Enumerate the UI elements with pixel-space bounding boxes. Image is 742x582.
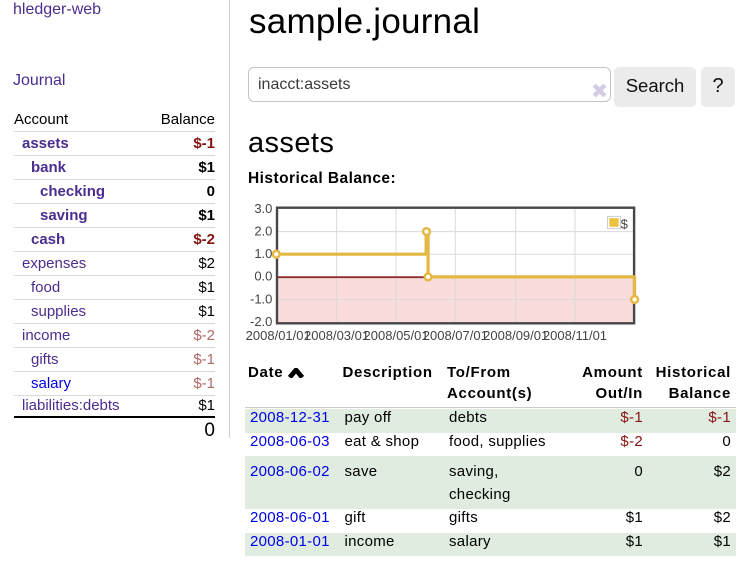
svg-text:-1.0: -1.0 bbox=[250, 291, 272, 306]
svg-text:2008/01/01: 2008/01/01 bbox=[246, 328, 311, 343]
svg-text:2008/11/01: 2008/11/01 bbox=[543, 328, 607, 343]
svg-text:-2.0: -2.0 bbox=[250, 314, 272, 329]
svg-text:2.0: 2.0 bbox=[254, 223, 272, 238]
svg-text:2008/07/01: 2008/07/01 bbox=[423, 328, 488, 343]
svg-text:0.0: 0.0 bbox=[254, 269, 272, 284]
svg-text:2008/05/01: 2008/05/01 bbox=[364, 328, 429, 343]
svg-text:3.0: 3.0 bbox=[254, 201, 272, 216]
svg-text:$: $ bbox=[621, 216, 629, 231]
svg-text:1.0: 1.0 bbox=[254, 246, 272, 261]
svg-text:2008/03/01: 2008/03/01 bbox=[304, 328, 369, 343]
svg-text:2008/09/01: 2008/09/01 bbox=[483, 328, 548, 343]
